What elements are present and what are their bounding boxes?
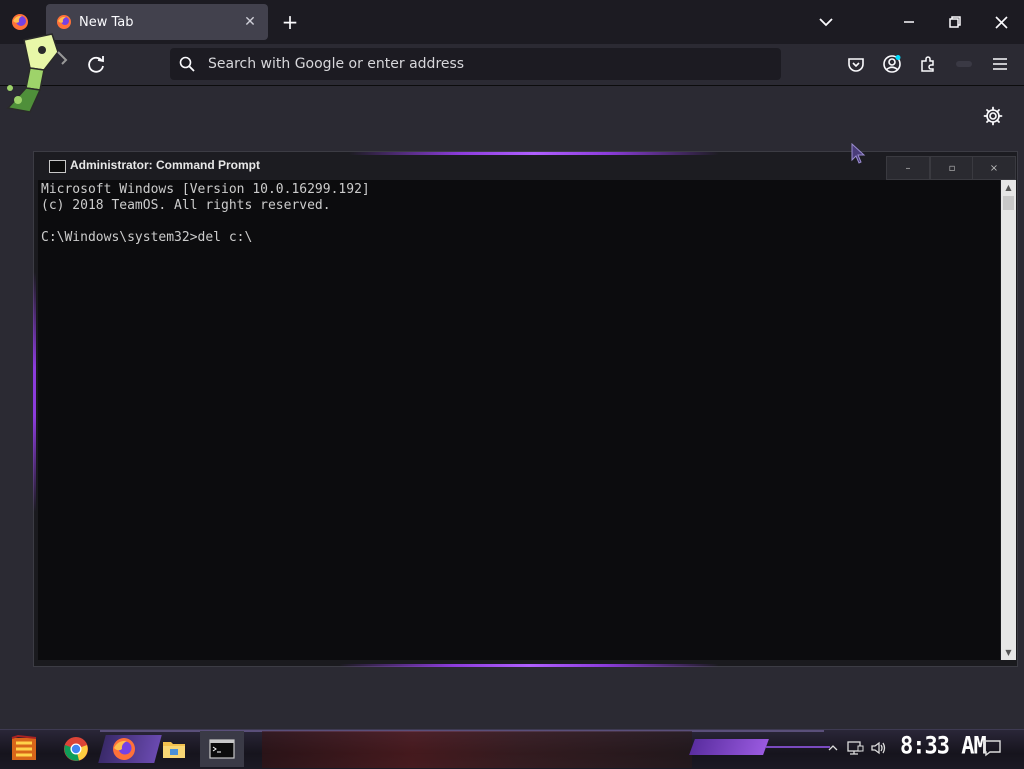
window-glow-top <box>349 152 719 155</box>
cmd-window-title: Administrator: Command Prompt <box>70 158 261 172</box>
address-input[interactable] <box>206 55 781 73</box>
window-minimize-button[interactable] <box>886 0 932 44</box>
hidden-toolbar-icon[interactable] <box>954 54 974 74</box>
url-bar[interactable] <box>170 48 781 80</box>
menu-icon[interactable] <box>990 54 1010 74</box>
cmd-close-button[interactable]: × <box>972 156 1016 180</box>
account-icon[interactable] <box>882 54 902 74</box>
window-glow-left <box>33 272 36 512</box>
mouse-cursor-icon <box>851 143 866 164</box>
cmd-minimize-button[interactable]: – <box>886 156 930 180</box>
console-scrollbar[interactable]: ▲ ▼ <box>1001 180 1016 660</box>
firefox-taskbar-icon[interactable] <box>110 735 138 763</box>
taskbar-tray-line <box>766 746 830 748</box>
tab-close-icon[interactable]: ✕ <box>240 12 260 32</box>
chrome-icon[interactable] <box>62 735 90 763</box>
cmd-titlebar[interactable]: Administrator: Command Prompt – ▫ × <box>34 152 1017 180</box>
cmd-app-icon <box>49 160 66 173</box>
taskbar-clock[interactable]: 8:33 AM <box>900 733 987 761</box>
console-text: Microsoft Windows [Version 10.0.16299.19… <box>41 182 370 245</box>
console-output[interactable]: Microsoft Windows [Version 10.0.16299.19… <box>38 180 1000 660</box>
firefox-favicon-icon <box>57 15 71 29</box>
mascot-character-image <box>6 33 68 113</box>
firefox-icon[interactable] <box>10 12 30 32</box>
show-hidden-icons-chevron-icon[interactable] <box>824 740 842 756</box>
scroll-up-arrow-icon[interactable]: ▲ <box>1001 180 1016 195</box>
cmd-maximize-button[interactable]: ▫ <box>930 156 974 180</box>
window-restore-button[interactable] <box>932 0 978 44</box>
list-all-tabs-chevron-icon[interactable] <box>814 10 838 34</box>
new-tab-button[interactable]: + <box>278 10 302 34</box>
reload-icon[interactable] <box>85 53 107 75</box>
window-close-button[interactable] <box>978 0 1024 44</box>
start-button-icon[interactable] <box>8 734 40 764</box>
tab-title: New Tab <box>79 14 134 30</box>
command-prompt-icon[interactable] <box>208 735 236 763</box>
command-prompt-window[interactable]: Administrator: Command Prompt – ▫ × Micr… <box>33 151 1018 667</box>
tab-new-tab[interactable]: New Tab ✕ <box>46 4 268 40</box>
extensions-icon[interactable] <box>918 54 938 74</box>
window-glow-bottom <box>339 664 719 667</box>
taskbar-media-thumbnail <box>262 731 692 768</box>
search-icon <box>179 56 195 72</box>
gear-icon[interactable] <box>983 106 1003 126</box>
pocket-icon[interactable] <box>846 54 866 74</box>
browser-tabbar: New Tab ✕ + <box>0 0 1024 44</box>
action-center-icon[interactable] <box>982 739 1002 757</box>
network-icon[interactable] <box>846 740 864 756</box>
file-explorer-icon[interactable] <box>160 735 188 763</box>
scroll-down-arrow-icon[interactable]: ▼ <box>1001 645 1016 660</box>
volume-icon[interactable] <box>870 740 888 756</box>
taskbar-tray-accent <box>689 739 769 755</box>
scroll-thumb[interactable] <box>1003 196 1014 210</box>
